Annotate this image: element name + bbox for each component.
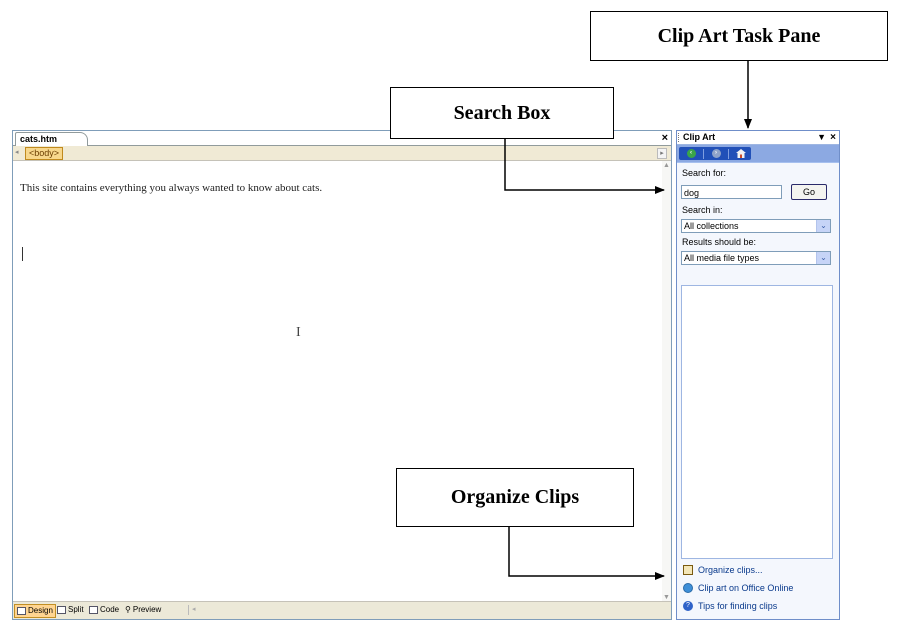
document-tab[interactable]: cats.htm — [15, 132, 89, 146]
results-area[interactable] — [681, 285, 833, 559]
tips-label: Tips for finding clips — [698, 601, 778, 611]
design-view-tab[interactable]: Design — [14, 604, 56, 618]
split-view-icon — [57, 606, 66, 614]
clip-art-task-pane: Clip Art ▼ × ‹ › Search for: dog Go Sear… — [676, 130, 840, 620]
preview-view-tab[interactable]: ⚲ Preview — [123, 604, 163, 616]
media-types-select[interactable]: All media file types ⌄ — [681, 251, 831, 265]
chevron-down-icon[interactable]: ⌄ — [816, 252, 830, 264]
code-view-label: Code — [100, 605, 120, 614]
document-tab-label: cats.htm — [20, 134, 58, 144]
office-online-link[interactable]: Clip art on Office Online — [683, 581, 793, 595]
task-pane-nav: ‹ › — [677, 145, 839, 162]
organize-clips-icon — [683, 565, 693, 575]
nav-button-group: ‹ › — [679, 147, 751, 160]
split-view-label: Split — [68, 605, 84, 614]
task-pane-header: Clip Art ▼ × — [677, 131, 839, 145]
view-switcher-bar: Design Split Code ⚲ Preview ◂ — [13, 601, 671, 619]
text-caret — [22, 247, 23, 261]
preview-view-label: Preview — [132, 605, 162, 614]
tag-scroll-left-icon[interactable]: ◂ — [15, 148, 21, 157]
scroll-up-icon[interactable]: ▲ — [662, 161, 671, 170]
task-pane-body: Search for: dog Go Search in: All collec… — [677, 163, 839, 619]
forward-button[interactable]: › — [707, 148, 725, 159]
tag-scroll-right-icon[interactable]: ▸ — [657, 148, 667, 159]
horizontal-scrollbar[interactable]: ◂ — [188, 605, 662, 615]
search-in-label: Search in: — [682, 205, 723, 215]
organize-clips-label: Organize clips... — [698, 565, 763, 575]
split-view-tab[interactable]: Split — [55, 604, 86, 616]
clip-art-task-pane-callout: Clip Art Task Pane — [590, 11, 888, 61]
design-view-canvas[interactable]: This site contains everything you always… — [13, 161, 661, 602]
task-pane-close-icon[interactable]: × — [830, 131, 836, 144]
task-pane-links: Organize clips... Clip art on Office Onl… — [677, 561, 839, 619]
back-button[interactable]: ‹ — [682, 148, 700, 159]
search-for-label: Search for: — [682, 168, 727, 178]
organize-clips-callout: Organize Clips — [396, 468, 634, 527]
media-types-value: All media file types — [684, 253, 760, 263]
search-in-value: All collections — [684, 221, 739, 231]
preview-view-icon: ⚲ — [125, 605, 131, 614]
nav-divider — [703, 148, 704, 159]
search-in-select[interactable]: All collections ⌄ — [681, 219, 831, 233]
design-view-icon — [17, 607, 26, 615]
back-icon: ‹ — [686, 149, 696, 158]
vertical-scrollbar[interactable]: ▲ ▼ — [662, 161, 671, 602]
home-button[interactable] — [732, 148, 750, 159]
document-paragraph: This site contains everything you always… — [20, 182, 323, 194]
body-tag-button[interactable]: <body> — [25, 147, 64, 160]
forward-icon: › — [711, 149, 721, 158]
results-label: Results should be: — [682, 237, 757, 247]
design-view-label: Design — [28, 606, 53, 615]
drag-handle[interactable] — [678, 133, 681, 142]
office-online-label: Clip art on Office Online — [698, 583, 794, 593]
code-view-tab[interactable]: Code — [87, 604, 121, 616]
code-view-icon — [89, 606, 98, 614]
office-online-icon — [683, 583, 693, 593]
search-box-callout: Search Box — [390, 87, 614, 139]
nav-divider — [728, 148, 729, 159]
chevron-down-icon[interactable]: ⌄ — [816, 220, 830, 232]
document-window: cats.htm × ◂ <body> ▸ This site contains… — [12, 130, 672, 620]
close-document-icon[interactable]: × — [662, 131, 668, 145]
search-input[interactable]: dog — [681, 185, 782, 199]
home-icon — [736, 149, 746, 158]
help-icon: ? — [683, 601, 693, 611]
tips-link[interactable]: ? Tips for finding clips — [683, 599, 777, 613]
go-button[interactable]: Go — [791, 184, 827, 200]
scroll-left-icon[interactable]: ◂ — [192, 606, 196, 613]
quick-tag-selector: ◂ <body> ▸ — [13, 146, 671, 161]
task-pane-title: Clip Art — [683, 132, 716, 142]
organize-clips-link[interactable]: Organize clips... — [683, 563, 763, 577]
ibeam-cursor-icon: I — [296, 325, 301, 340]
task-pane-menu-icon[interactable]: ▼ — [817, 131, 826, 144]
